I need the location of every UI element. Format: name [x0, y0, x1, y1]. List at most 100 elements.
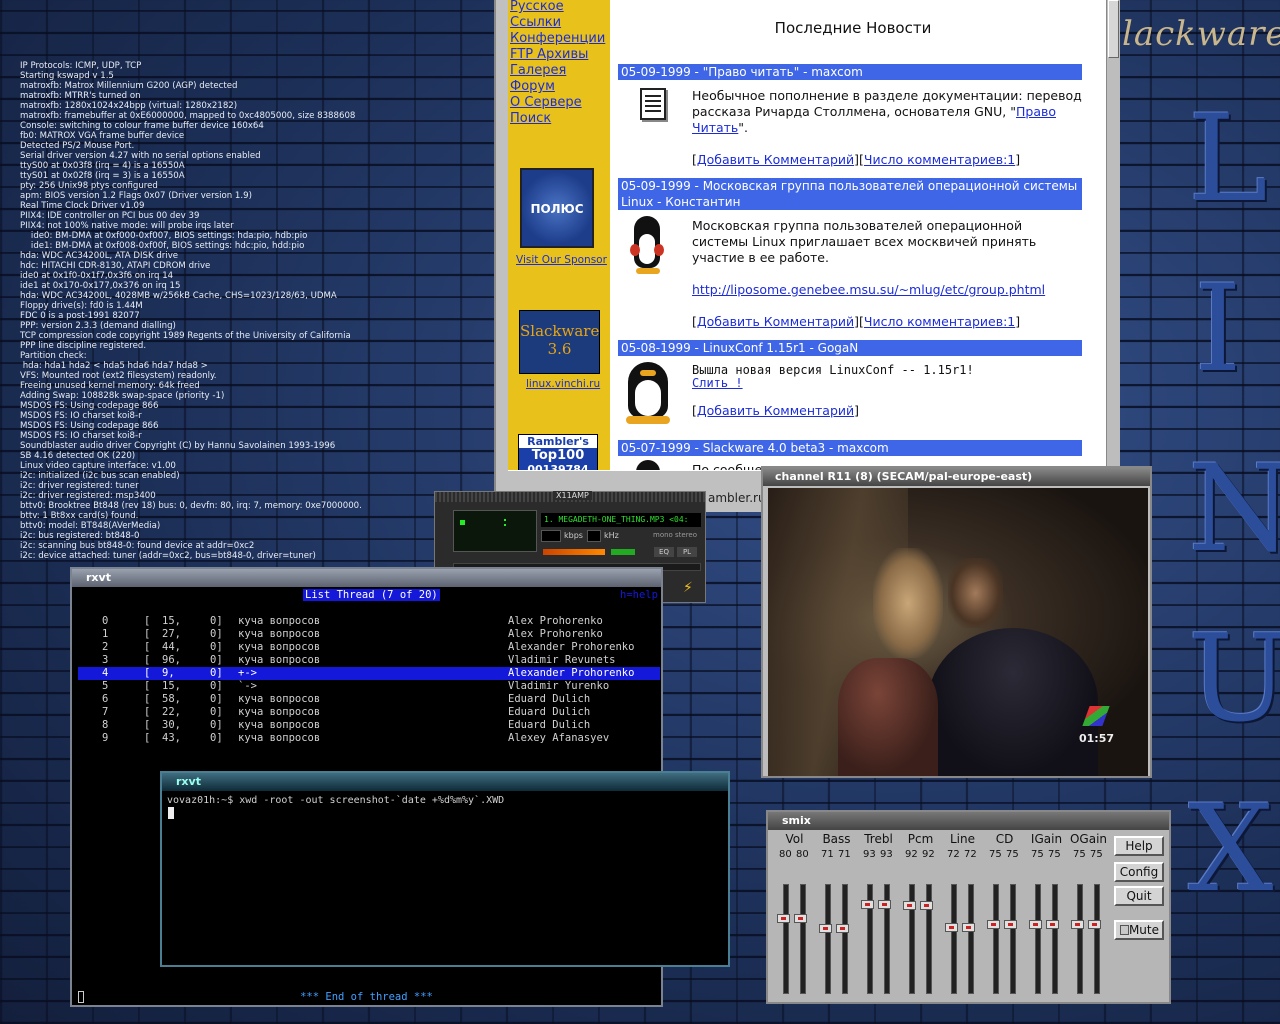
slider-knob[interactable] [777, 914, 790, 923]
nav-link-search[interactable]: Поиск [510, 111, 605, 127]
scrollbar-thumb[interactable] [1108, 0, 1119, 58]
window-titlebar[interactable]: channel R11 (8) (SECAM/pal-europe-east) [763, 468, 1150, 486]
thread-row[interactable]: 2 [44, 0] куча вопросов Alexander Prohorenko [78, 641, 660, 654]
channel-name: Pcm [907, 832, 934, 846]
slider-knob[interactable] [794, 914, 807, 923]
mute-toggle[interactable]: Mute [1114, 920, 1164, 940]
left-slider-track[interactable] [951, 884, 957, 994]
nav-link-forum[interactable]: Форум [510, 79, 605, 95]
rambler-top100-badge[interactable]: Rambler's Top100 00139784 [518, 434, 598, 472]
logo-letter: L [1188, 90, 1268, 229]
logo-letter: U [1188, 610, 1280, 749]
right-value: 75 [1006, 849, 1019, 860]
slider-knob[interactable] [836, 923, 849, 933]
badge-line: Rambler's [519, 435, 597, 448]
row-subj: куча вопросов [238, 628, 321, 640]
sponsor-logo[interactable]: ПОЛЮС [520, 168, 594, 248]
nav-link-gallery[interactable]: Галерея [510, 63, 605, 79]
row-a: 22, [162, 706, 181, 718]
thread-row[interactable]: 6 [58, 0] куча вопросов Eduard Dulich [78, 693, 660, 706]
left-slider-track[interactable] [783, 884, 789, 994]
add-comment-link[interactable]: Добавить Комментарий [697, 314, 854, 329]
row-a: 44, [162, 641, 181, 653]
news-link[interactable]: Слить ! [692, 375, 752, 391]
volume-slider[interactable] [543, 549, 605, 555]
slider-knob[interactable] [1029, 919, 1042, 929]
left-slider-track[interactable] [825, 884, 831, 994]
nav-link-links[interactable]: Ссылки [510, 15, 605, 31]
left-slider-track[interactable] [1077, 884, 1083, 994]
left-slider-track[interactable] [993, 884, 999, 994]
left-slider-track[interactable] [1035, 884, 1041, 994]
slider-knob[interactable] [878, 899, 891, 909]
slackware-badge[interactable]: Slackware 3.6 [519, 310, 600, 374]
slider-knob[interactable] [903, 900, 916, 910]
lightning-icon[interactable]: ⚡ [683, 580, 693, 596]
left-value: 75 [1031, 849, 1044, 860]
row-author: Eduard Dulich [508, 693, 591, 705]
slider-knob[interactable] [920, 900, 933, 910]
thread-row[interactable]: 9 [43, 0] куча вопросов Alexey Afanasyev [78, 732, 660, 745]
slider-knob[interactable] [1004, 919, 1017, 929]
right-slider-track[interactable] [1052, 884, 1058, 994]
news-url-link[interactable]: http://liposome.genebee.msu.su/~mlug/etc… [692, 282, 1082, 298]
thread-row[interactable]: 0 [15, 0] куча вопросов Alex Prohorenko [78, 615, 660, 628]
thread-row[interactable]: 8 [30, 0] куча вопросов Eduard Dulich [78, 719, 660, 732]
thread-footer: *** End of thread *** [300, 991, 433, 1003]
boot-log-line: hda: WDC AC34200L, ATA DISK drive [20, 251, 179, 261]
slider-knob[interactable] [962, 922, 975, 932]
mute-checkbox[interactable] [1120, 925, 1129, 935]
right-slider-track[interactable] [1094, 884, 1100, 994]
window-titlebar[interactable]: smix [768, 812, 1169, 830]
quit-button[interactable]: Quit [1114, 886, 1164, 906]
slider-knob[interactable] [1071, 919, 1084, 929]
rxvt-shell-window[interactable]: rxvt vovaz01h:~$ xwd -root -out screensh… [160, 771, 730, 967]
slider-knob[interactable] [945, 922, 958, 932]
slider-knob[interactable] [1046, 919, 1059, 929]
nav-link-russian[interactable]: Русское [510, 0, 605, 15]
x11amp-titlebar[interactable]: X11AMP [435, 491, 705, 502]
eq-button[interactable]: EQ [654, 547, 674, 557]
right-value: 92 [922, 849, 935, 860]
thread-row[interactable]: 4 [9, 0] +-> Alexander Prohorenko [78, 667, 660, 680]
nav-link-about[interactable]: О Сервере [510, 95, 605, 111]
slider-knob[interactable] [987, 919, 1000, 929]
config-button[interactable]: Config [1114, 862, 1164, 882]
thread-row[interactable]: 1 [27, 0] куча вопросов Alex Prohorenko [78, 628, 660, 641]
help-hint: h=help [620, 589, 658, 601]
right-slider-track[interactable] [800, 884, 806, 994]
sponsor-link[interactable]: Visit Our Sponsor [516, 254, 607, 266]
comment-count-link[interactable]: Число комментариев:1 [864, 314, 1015, 329]
right-slider-track[interactable] [968, 884, 974, 994]
thread-row[interactable]: 7 [22, 0] куча вопросов Eduard Dulich [78, 706, 660, 719]
nav-link-conferences[interactable]: Конференции [510, 31, 605, 47]
slider-knob[interactable] [1088, 919, 1101, 929]
row-a: 27, [162, 628, 181, 640]
right-slider-track[interactable] [842, 884, 848, 994]
browser-scrollbar[interactable] [1106, 0, 1120, 470]
left-value: 71 [821, 849, 834, 860]
nav-link-ftp[interactable]: FTP Архивы [510, 47, 605, 63]
window-titlebar[interactable]: rxvt [72, 569, 661, 587]
window-titlebar[interactable]: rxvt [162, 773, 728, 791]
boot-log-line: PIIX4: IDE controller on PCI bus 00 dev … [20, 211, 200, 221]
playlist-button[interactable]: PL [677, 547, 697, 557]
add-comment-link[interactable]: Добавить Комментарий [697, 152, 854, 167]
thread-row[interactable]: 5 [15, 0] `-> Vladimir Yurenko [78, 680, 660, 693]
add-comment-link[interactable]: Добавить Комментарий [697, 403, 854, 418]
row-n: 7 [102, 706, 109, 718]
row-subj: куча вопросов [238, 719, 321, 731]
help-button[interactable]: Help [1114, 836, 1164, 856]
balance-slider[interactable] [611, 549, 635, 555]
slider-knob[interactable] [861, 899, 874, 909]
row-a: 58, [162, 693, 181, 705]
comment-count-link[interactable]: Число комментариев:1 [864, 152, 1015, 167]
row-b: 0] [210, 667, 223, 679]
khz-display [587, 530, 601, 542]
news-title: 05-09-1999 - "Право читать" - maxcom [618, 64, 1082, 80]
boot-log-line: hda: hda1 hda2 < hda5 hda6 hda7 hda8 > [20, 361, 208, 371]
thread-row[interactable]: 3 [96, 0] куча вопросов Vladimir Revunets [78, 654, 660, 667]
slackware-link[interactable]: linux.vinchi.ru [526, 378, 600, 390]
right-slider-track[interactable] [1010, 884, 1016, 994]
slider-knob[interactable] [819, 923, 832, 933]
